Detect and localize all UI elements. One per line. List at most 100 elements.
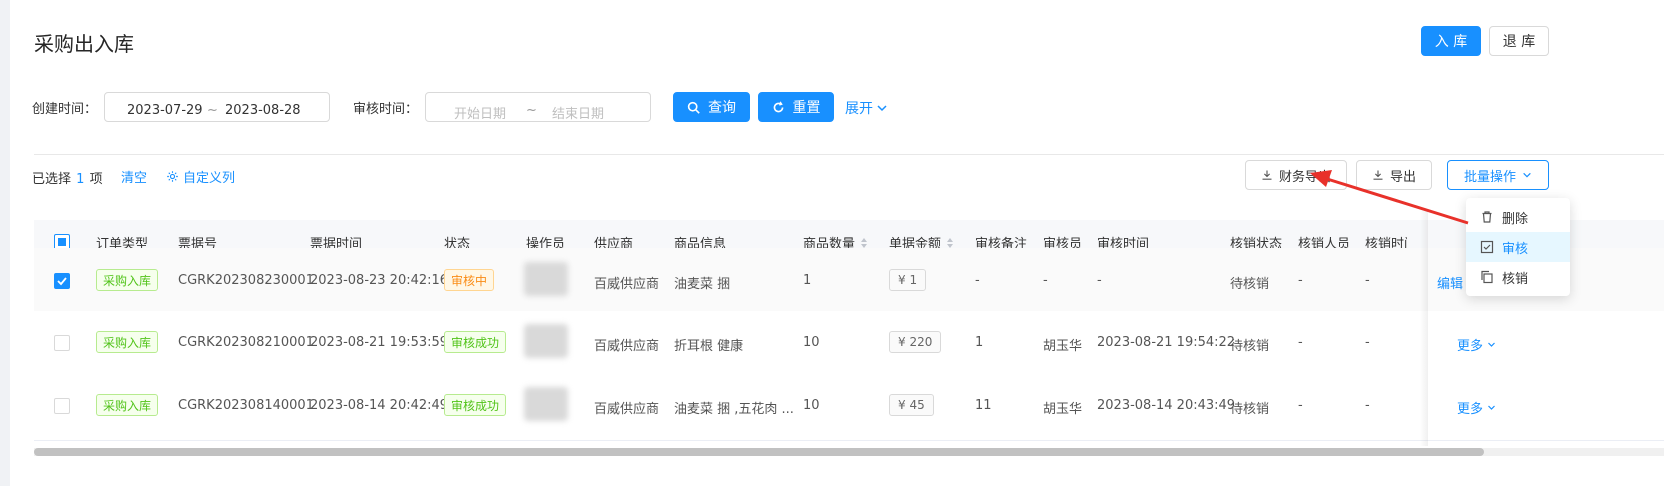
auditor: 胡玉华 bbox=[1043, 402, 1083, 417]
verify-status: 待核销 bbox=[1230, 277, 1270, 292]
query-label: 查询 bbox=[708, 100, 736, 116]
refresh-icon bbox=[773, 100, 783, 112]
verify-status: 待核销 bbox=[1230, 339, 1270, 354]
more-dropdown[interactable]: 更多 bbox=[1457, 398, 1496, 417]
check-icon bbox=[57, 277, 67, 286]
menu-item-label: 核销 bbox=[1502, 271, 1529, 287]
bill-no: CGRK202308210001 bbox=[178, 335, 314, 350]
supplier: 百威供应商 bbox=[594, 277, 660, 292]
bill-no: CGRK202308140001 bbox=[178, 398, 314, 413]
amount-tag: ¥ 45 bbox=[889, 394, 934, 416]
expand-label: 展开 bbox=[845, 101, 873, 117]
verifier: - bbox=[1298, 335, 1303, 350]
range-separator: ~ bbox=[526, 103, 537, 118]
query-button[interactable]: 查询 bbox=[673, 92, 750, 122]
more-label: 更多 bbox=[1457, 402, 1484, 417]
row-checkbox[interactable] bbox=[54, 273, 70, 289]
audit-time-range[interactable]: 开始日期 ~ 结束日期 bbox=[425, 92, 651, 122]
chevron-down-icon bbox=[1488, 405, 1495, 410]
verifier: - bbox=[1298, 398, 1303, 413]
audit-remark: - bbox=[975, 273, 980, 288]
sort-icon bbox=[947, 237, 954, 248]
goods-info: 折耳根 健康 bbox=[674, 339, 744, 354]
return-button[interactable]: 退 库 bbox=[1489, 26, 1549, 56]
audit-end-placeholder: 结束日期 bbox=[552, 107, 605, 122]
audit-time-label: 审核时间： bbox=[353, 102, 419, 117]
gear-icon bbox=[167, 171, 178, 182]
created-time-label: 创建时间： bbox=[32, 102, 98, 117]
supplier: 百威供应商 bbox=[594, 339, 660, 354]
menu-item-audit[interactable]: 审核 bbox=[1466, 232, 1570, 262]
selected-count: 1 bbox=[76, 172, 85, 187]
range-separator: ~ bbox=[207, 103, 218, 118]
copy-icon bbox=[1481, 270, 1493, 284]
row-checkbox[interactable] bbox=[54, 335, 70, 351]
status-badge: 审核成功 bbox=[444, 394, 507, 416]
audit-time: - bbox=[1097, 273, 1102, 288]
fixed-column-shadow bbox=[1420, 210, 1428, 446]
goods-info: 油麦菜 捆 bbox=[674, 277, 731, 292]
created-time-range[interactable]: 2023-07-29 ~ 2023-08-28 bbox=[104, 92, 330, 122]
selected-suffix: 项 bbox=[89, 172, 103, 187]
page-title: 采购出入库 bbox=[34, 32, 134, 56]
status-badge: 审核中 bbox=[444, 269, 495, 291]
supplier: 百威供应商 bbox=[594, 402, 660, 417]
selection-summary: 已选择 1 项 bbox=[32, 168, 103, 187]
chevron-down-icon bbox=[1523, 172, 1531, 178]
reset-button[interactable]: 重置 bbox=[758, 92, 834, 122]
download-icon bbox=[1262, 170, 1272, 180]
audit-time: 2023-08-21 19:54:22 bbox=[1097, 335, 1236, 350]
order-type-tag: 采购入库 bbox=[96, 394, 159, 416]
goods-info: 油麦菜 捆 ,五花肉 ... bbox=[674, 402, 794, 417]
menu-item-label: 审核 bbox=[1502, 241, 1529, 257]
page-card: 采购出入库 入 库 退 库 创建时间： 2023-07-29 ~ 2023-08… bbox=[10, 0, 1675, 486]
amount-tag: ¥ 1 bbox=[889, 269, 927, 291]
bill-time: 2023-08-21 19:53:59 bbox=[310, 335, 449, 350]
bill-no: CGRK202308230001 bbox=[178, 273, 314, 288]
order-type-tag: 采购入库 bbox=[96, 269, 159, 291]
menu-item-label: 删除 bbox=[1502, 211, 1529, 227]
trash-icon bbox=[1482, 211, 1492, 223]
quantity: 1 bbox=[803, 273, 812, 288]
auditor: 胡玉华 bbox=[1043, 339, 1083, 354]
audit-time: 2023-08-14 20:43:49 bbox=[1097, 398, 1236, 413]
verify-time: - bbox=[1365, 273, 1370, 288]
search-icon bbox=[687, 101, 700, 114]
annotation-arrow-icon bbox=[1310, 170, 1469, 225]
verify-time: - bbox=[1365, 335, 1370, 350]
created-start: 2023-07-29 bbox=[127, 103, 203, 118]
selected-prefix: 已选择 bbox=[32, 172, 72, 187]
status-badge: 审核成功 bbox=[444, 331, 507, 353]
verify-time: - bbox=[1365, 398, 1370, 413]
reset-label: 重置 bbox=[792, 100, 821, 116]
audit-remark: 11 bbox=[975, 398, 992, 413]
edit-link[interactable]: 编辑 bbox=[1437, 273, 1463, 292]
check-square-icon bbox=[1480, 240, 1494, 254]
verify-status: 待核销 bbox=[1230, 402, 1270, 417]
quantity: 10 bbox=[803, 335, 820, 350]
horizontal-scrollbar-thumb[interactable] bbox=[34, 448, 1484, 456]
custom-columns-label: 自定义列 bbox=[183, 171, 236, 186]
operator-avatar bbox=[524, 262, 568, 296]
bill-time: 2023-08-14 20:42:49 bbox=[310, 398, 449, 413]
row-checkbox[interactable] bbox=[54, 398, 70, 414]
verifier: - bbox=[1298, 273, 1303, 288]
audit-remark: 1 bbox=[975, 335, 984, 350]
expand-toggle[interactable]: 展开 bbox=[845, 98, 888, 118]
more-label: 更多 bbox=[1457, 339, 1484, 354]
batch-operation-menu: 删除 审核 核销 bbox=[1466, 198, 1570, 296]
bill-time: 2023-08-23 20:42:16 bbox=[310, 273, 449, 288]
custom-columns-link[interactable]: 自定义列 bbox=[166, 167, 235, 186]
order-type-tag: 采购入库 bbox=[96, 331, 159, 353]
menu-item-delete[interactable]: 删除 bbox=[1466, 202, 1570, 232]
chevron-down-icon bbox=[1488, 342, 1495, 347]
operator-avatar bbox=[524, 324, 568, 358]
menu-item-verify[interactable]: 核销 bbox=[1466, 262, 1570, 292]
clear-selection-link[interactable]: 清空 bbox=[121, 167, 147, 186]
created-end: 2023-08-28 bbox=[225, 103, 301, 118]
more-dropdown[interactable]: 更多 bbox=[1457, 335, 1496, 354]
inbound-button[interactable]: 入 库 bbox=[1421, 26, 1481, 56]
sort-icon bbox=[861, 237, 868, 248]
auditor: - bbox=[1043, 273, 1048, 288]
chevron-down-icon bbox=[877, 105, 887, 112]
